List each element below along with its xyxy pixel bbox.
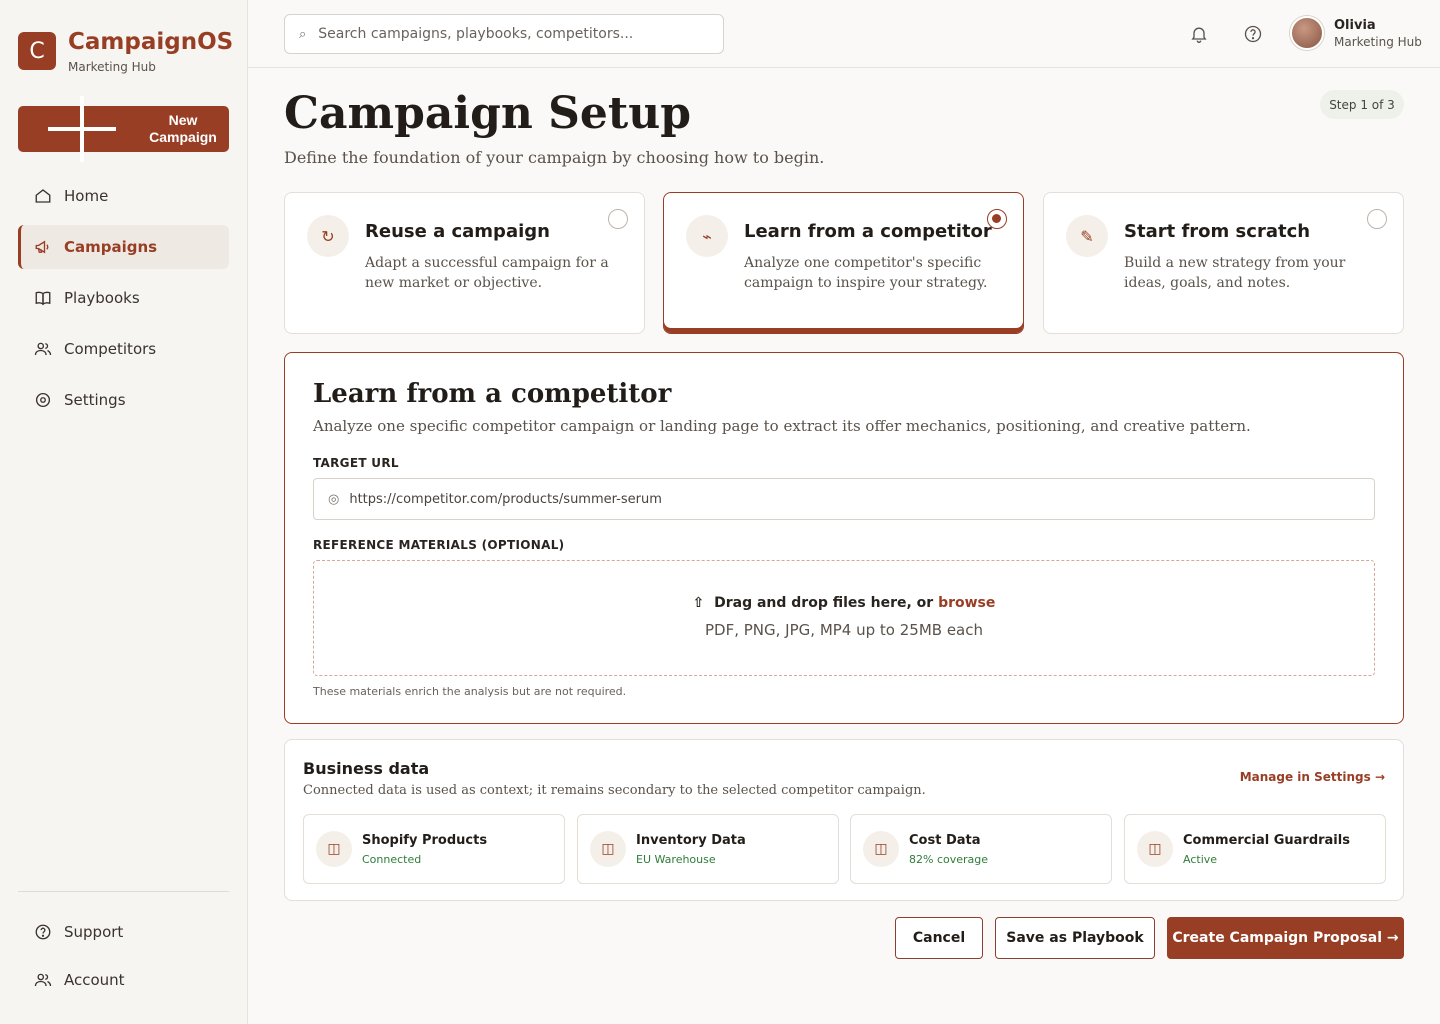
user-name: Olivia [1334, 17, 1376, 33]
data-source-card[interactable]: ◫ Inventory Data EU Warehouse [577, 814, 839, 884]
option-description: Build a new strategy from your ideas, go… [1124, 255, 1346, 291]
sidebar-bottom-nav: Support Account [18, 910, 229, 1006]
option-radio[interactable] [608, 209, 628, 229]
step-badge: Step 1 of 3 [1320, 90, 1404, 119]
help-icon[interactable] [1243, 24, 1263, 44]
competitor-panel: Learn from a competitor Analyze one spec… [284, 352, 1404, 724]
sidebar-item-label: Home [64, 187, 109, 205]
browse-link[interactable]: browse [938, 595, 995, 611]
brand-logo: C [18, 32, 56, 70]
page-subtitle: Define the foundation of your campaign b… [284, 148, 825, 167]
database-icon: ◫ [1137, 831, 1173, 867]
data-source-name: Commercial Guardrails [1183, 833, 1350, 848]
option-title: Reuse a campaign [365, 221, 550, 242]
create-proposal-button[interactable]: Create Campaign Proposal → [1167, 917, 1404, 959]
reference-materials-label: REFERENCE MATERIALS (OPTIONAL) [313, 538, 565, 552]
new-campaign-label: New Campaign [149, 112, 217, 145]
business-data-title: Business data [303, 759, 430, 778]
users-icon [34, 342, 52, 356]
dropzone-text: Drag and drop files here, or [714, 595, 934, 611]
option-card-competitor[interactable]: ⌁ Learn from a competitor Analyze one co… [663, 192, 1024, 334]
business-data-description: Connected data is used as context; it re… [303, 783, 926, 798]
sidebar: C CampaignOS Marketing Hub New Campaign … [0, 0, 248, 1024]
file-dropzone[interactable]: ⇧ Drag and drop files here, or browse PD… [313, 560, 1375, 676]
option-title: Start from scratch [1124, 221, 1311, 242]
help-circle-icon [35, 924, 51, 940]
search-bar[interactable]: ⌕ [284, 14, 724, 54]
brand-subtitle: Marketing Hub [68, 60, 156, 74]
data-source-card[interactable]: ◫ Cost Data 82% coverage [850, 814, 1112, 884]
business-data-panel: Business data Connected data is used as … [284, 739, 1404, 901]
refresh-icon: ↻ [307, 215, 349, 257]
sidebar-item-label: Account [64, 971, 125, 989]
database-icon: ◫ [863, 831, 899, 867]
data-source-name: Shopify Products [362, 833, 488, 848]
sidebar-item-label: Support [64, 923, 124, 941]
option-card-scratch[interactable]: ✎ Start from scratch Build a new strateg… [1043, 192, 1404, 334]
option-card-reuse[interactable]: ↻ Reuse a campaign Adapt a successful ca… [284, 192, 645, 334]
sidebar-item-label: Competitors [64, 340, 157, 358]
sidebar-item-settings[interactable]: Settings [18, 378, 229, 422]
sidebar-divider [18, 891, 229, 892]
sidebar-item-support[interactable]: Support [18, 910, 229, 954]
panel-title: Learn from a competitor [313, 379, 672, 409]
sidebar-item-label: Settings [64, 391, 126, 409]
new-campaign-button[interactable]: New Campaign [18, 96, 229, 162]
data-source-status: EU Warehouse [636, 853, 716, 866]
gear-icon [35, 392, 51, 408]
database-icon: ◫ [590, 831, 626, 867]
target-url-label: TARGET URL [313, 456, 399, 470]
target-icon: ◎ [328, 491, 340, 507]
data-source-card[interactable]: ◫ Shopify Products Connected [303, 814, 565, 884]
target-url-input[interactable] [349, 491, 1350, 507]
search-icon: ⌕ [299, 26, 307, 42]
sidebar-item-campaigns[interactable]: Campaigns [18, 225, 229, 269]
data-source-name: Inventory Data [636, 833, 746, 848]
avatar [1290, 16, 1324, 50]
reference-hint: These materials enrich the analysis but … [313, 685, 627, 698]
option-description: Adapt a successful campaign for a new ma… [365, 255, 609, 291]
sidebar-item-label: Campaigns [64, 238, 158, 256]
panel-description: Analyze one specific competitor campaign… [313, 417, 1251, 435]
book-icon [35, 291, 51, 306]
data-source-status: Active [1183, 853, 1218, 866]
option-description: Analyze one competitor's specific campai… [744, 255, 988, 291]
dropzone-formats: PDF, PNG, JPG, MP4 up to 25MB each [705, 621, 983, 639]
sidebar-item-label: Playbooks [64, 289, 140, 307]
option-radio[interactable] [987, 209, 1007, 229]
page-title: Campaign Setup [284, 88, 691, 139]
sidebar-item-playbooks[interactable]: Playbooks [18, 276, 229, 320]
sidebar-item-home[interactable]: Home [18, 174, 229, 218]
save-playbook-button[interactable]: Save as Playbook [995, 917, 1155, 959]
sidebar-nav: Home Campaigns Playbooks Competitors Set… [18, 174, 229, 429]
user-role: Marketing Hub [1334, 34, 1422, 49]
data-source-card[interactable]: ◫ Commercial Guardrails Active [1124, 814, 1386, 884]
option-title: Learn from a competitor [744, 221, 992, 242]
cancel-button[interactable]: Cancel [895, 917, 983, 959]
sidebar-item-account[interactable]: Account [18, 958, 229, 1002]
database-icon: ◫ [316, 831, 352, 867]
upload-icon: ⇧ [692, 595, 705, 611]
option-radio[interactable] [1367, 209, 1387, 229]
home-icon [35, 189, 51, 203]
megaphone-icon [35, 240, 49, 254]
bell-icon[interactable] [1189, 24, 1209, 44]
brand-name: CampaignOS [68, 29, 234, 55]
pencil-icon: ✎ [1066, 215, 1108, 257]
sidebar-item-competitors[interactable]: Competitors [18, 327, 229, 371]
brand[interactable]: C CampaignOS Marketing Hub [18, 29, 233, 74]
target-url-field[interactable]: ◎ [313, 478, 1375, 520]
search-input[interactable] [318, 26, 699, 42]
user-icon [34, 973, 52, 987]
topbar: ⌕ Olivia Marketing Hub [248, 0, 1440, 68]
trend-icon: ⌁ [686, 215, 728, 257]
data-source-status: Connected [362, 853, 422, 866]
data-source-name: Cost Data [909, 833, 981, 848]
data-source-status: 82% coverage [909, 853, 989, 866]
manage-settings-link[interactable]: Manage in Settings → [1240, 770, 1385, 784]
user-menu[interactable]: Olivia Marketing Hub [1290, 16, 1422, 50]
